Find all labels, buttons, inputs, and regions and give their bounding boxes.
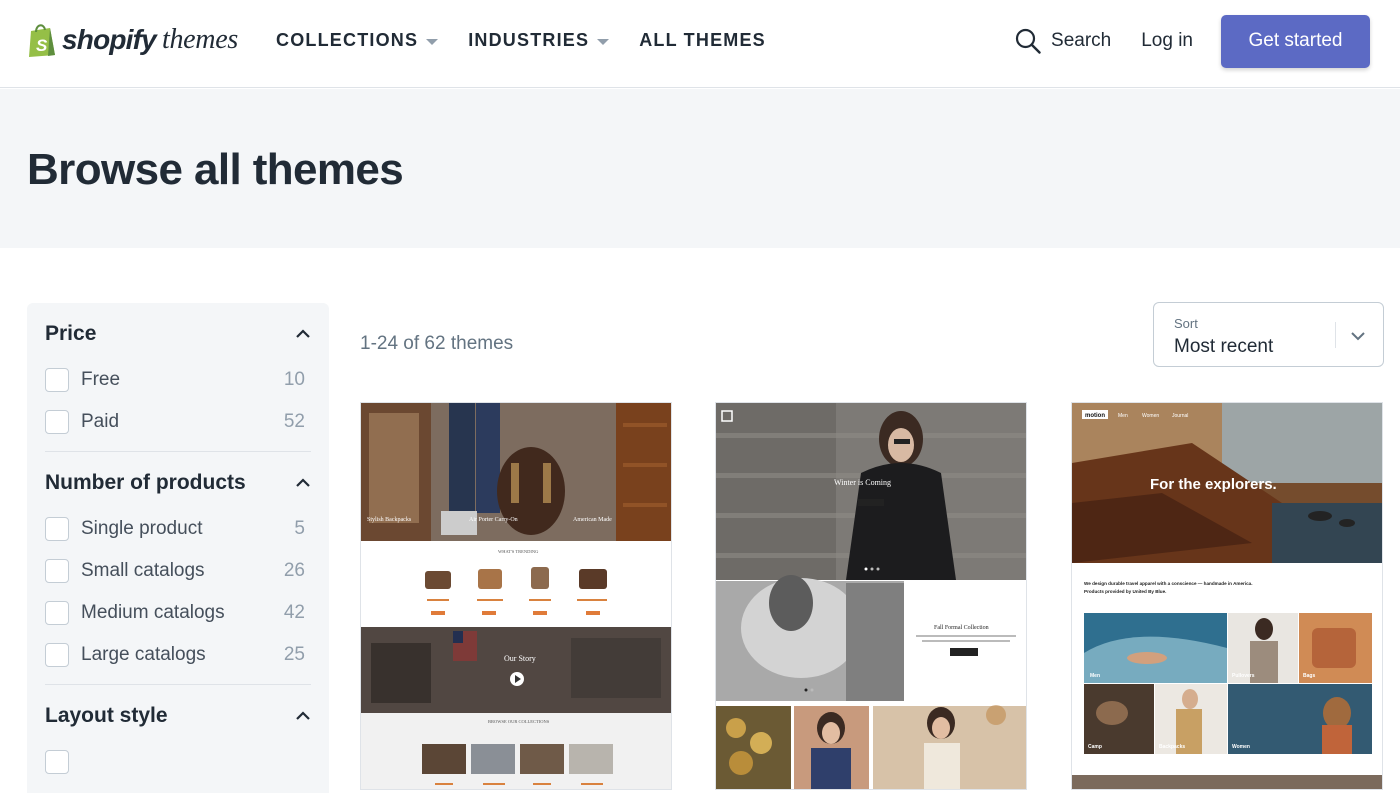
- sort-value: Most recent: [1174, 336, 1274, 357]
- filter-option-paid: Paid 52: [45, 401, 311, 443]
- svg-text:Women: Women: [1232, 744, 1250, 750]
- filter-group-layout-style: Layout style: [45, 685, 311, 791]
- filter-toggle-price[interactable]: Price: [45, 321, 311, 347]
- svg-text:Bags: Bags: [1303, 673, 1315, 679]
- filter-title: Layout style: [45, 704, 168, 727]
- theme-card[interactable]: Stylish Backpacks Air Porter Carry-On Am…: [360, 402, 672, 790]
- filter-title: Number of products: [45, 471, 246, 494]
- logo-wordmark: shopify: [62, 24, 157, 55]
- theme-card[interactable]: motion Men Women Journal For the explore…: [1071, 402, 1383, 790]
- svg-text:Camp: Camp: [1088, 744, 1102, 750]
- results-count: 1-24 of 62 themes: [360, 333, 514, 354]
- page-title: Browse all themes: [27, 145, 404, 194]
- nav-all-themes-label: ALL THEMES: [639, 30, 766, 50]
- filter-option-single-product: Single product 5: [45, 508, 311, 550]
- svg-text:Our Story: Our Story: [504, 654, 536, 663]
- svg-text:Women: Women: [1142, 413, 1159, 419]
- filter-group-number-of-products: Number of products Single product 5 Smal…: [45, 452, 311, 685]
- nav-actions: Search Log in Get started: [1015, 14, 1370, 68]
- option-label: Small catalogs: [81, 560, 205, 581]
- chevron-up-icon: [296, 711, 310, 720]
- filter-option-free: Free 10: [45, 359, 311, 401]
- option-label: Medium catalogs: [81, 602, 225, 623]
- search-button[interactable]: Search: [1015, 28, 1111, 54]
- search-label: Search: [1051, 30, 1112, 51]
- theme-preview-image: Stylish Backpacks Air Porter Carry-On Am…: [361, 403, 671, 789]
- svg-text:Journal: Journal: [1172, 413, 1188, 419]
- caret-down-icon: [426, 38, 439, 45]
- shopify-themes-logo[interactable]: S shopify themes: [26, 20, 238, 60]
- filter-toggle-layout-style[interactable]: Layout style: [45, 703, 311, 729]
- option-label: Free: [81, 369, 121, 390]
- svg-text:American Made: American Made: [573, 517, 612, 523]
- svg-text:BROWSE OUR COLLECTIONS: BROWSE OUR COLLECTIONS: [488, 719, 550, 724]
- svg-text:Winter is Coming: Winter is Coming: [834, 478, 891, 487]
- checkbox-medium-catalogs[interactable]: [45, 601, 69, 625]
- get-started-button[interactable]: Get started: [1221, 14, 1370, 68]
- svg-text:Men: Men: [1090, 673, 1100, 679]
- svg-text:Pullovers: Pullovers: [1232, 673, 1255, 679]
- theme-card[interactable]: Winter is Coming Fall Formal Collection: [715, 402, 1027, 790]
- svg-text:Fall Formal Collection: Fall Formal Collection: [934, 625, 989, 631]
- nav-all-themes[interactable]: ALL THEMES: [639, 30, 766, 51]
- sort-divider: [1335, 322, 1336, 348]
- nav-industries-label: INDUSTRIES: [468, 30, 590, 50]
- page-hero: Browse all themes: [0, 89, 1400, 248]
- svg-text:WHAT'S TRENDING: WHAT'S TRENDING: [498, 549, 539, 554]
- search-icon: [1015, 28, 1041, 54]
- svg-text:S: S: [36, 36, 48, 55]
- login-link[interactable]: Log in: [1141, 30, 1193, 52]
- sort-select[interactable]: Sort Most recent: [1153, 302, 1384, 367]
- filter-option-small-catalogs: Small catalogs 26: [45, 550, 311, 592]
- logo-subtitle: themes: [161, 24, 238, 55]
- option-label: Paid: [81, 411, 120, 432]
- svg-text:motion: motion: [1085, 413, 1105, 419]
- svg-text:Stylish Backpacks: Stylish Backpacks: [367, 517, 412, 523]
- svg-text:Backpacks: Backpacks: [1159, 744, 1185, 750]
- svg-text:Products provided by United By: Products provided by United By Blue.: [1084, 589, 1166, 594]
- svg-text:For the explorers.: For the explorers.: [1150, 476, 1277, 493]
- option-label: Large catalogs: [81, 644, 206, 665]
- checkbox-large-catalogs[interactable]: [45, 643, 69, 667]
- theme-preview-image: motion Men Women Journal For the explore…: [1072, 403, 1382, 789]
- primary-nav: COLLECTIONS INDUSTRIES ALL THEMES: [276, 30, 796, 51]
- chevron-down-icon: [1351, 332, 1365, 341]
- checkbox-paid[interactable]: [45, 410, 69, 434]
- checkbox-free[interactable]: [45, 368, 69, 392]
- caret-down-icon: [597, 38, 610, 45]
- option-label: Single product: [81, 518, 203, 539]
- filter-option-medium-catalogs: Medium catalogs 42: [45, 592, 311, 634]
- nav-collections[interactable]: COLLECTIONS: [276, 30, 439, 51]
- checkbox[interactable]: [45, 750, 69, 774]
- svg-text:Air Porter Carry-On: Air Porter Carry-On: [469, 517, 518, 523]
- checkbox-single-product[interactable]: [45, 517, 69, 541]
- filter-title: Price: [45, 322, 97, 345]
- sort-label: Sort: [1174, 316, 1198, 331]
- shopify-bag-icon: S: [29, 24, 55, 57]
- option-count: 42: [283, 602, 305, 623]
- svg-text:We design durable travel appar: We design durable travel apparel with a …: [1084, 581, 1253, 586]
- top-navigation: S shopify themes COLLECTIONS INDUSTRIES …: [0, 0, 1400, 88]
- filter-group-price: Price Free 10 Paid 52: [45, 303, 311, 452]
- chevron-up-icon: [296, 329, 310, 338]
- filter-sidebar: Price Free 10 Paid 52 Number of products…: [27, 303, 329, 793]
- nav-industries[interactable]: INDUSTRIES: [468, 30, 610, 51]
- option-count: 5: [294, 518, 305, 539]
- option-count: 25: [283, 644, 305, 665]
- option-count: 52: [283, 411, 305, 432]
- option-count: 10: [283, 369, 305, 390]
- filter-option-partial: [45, 741, 311, 783]
- theme-preview-image: Winter is Coming Fall Formal Collection: [716, 403, 1026, 789]
- svg-text:Men: Men: [1118, 413, 1128, 419]
- chevron-up-icon: [296, 478, 310, 487]
- checkbox-small-catalogs[interactable]: [45, 559, 69, 583]
- filter-toggle-number-of-products[interactable]: Number of products: [45, 470, 311, 496]
- nav-collections-label: COLLECTIONS: [276, 30, 419, 50]
- option-count: 26: [283, 560, 305, 581]
- filter-option-large-catalogs: Large catalogs 25: [45, 634, 311, 676]
